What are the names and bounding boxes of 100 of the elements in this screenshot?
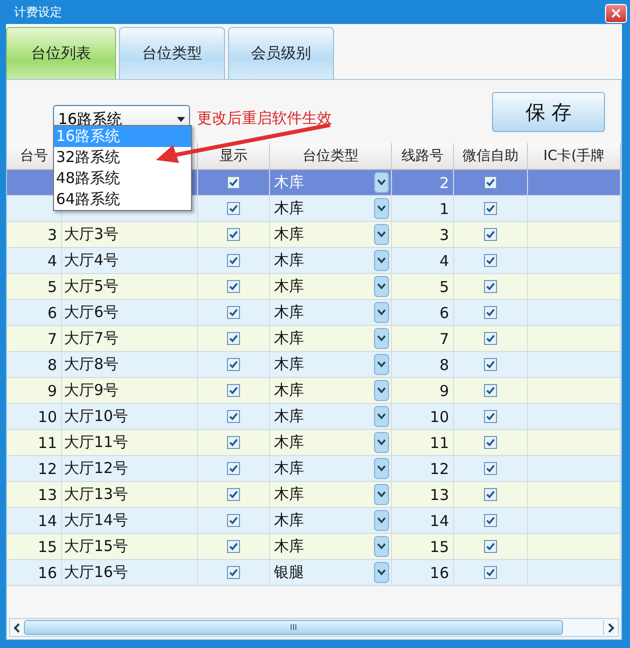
table-row[interactable]: 8 大厅8号 木库 8: [7, 352, 621, 378]
dropdown-button[interactable]: [374, 484, 389, 505]
horizontal-scrollbar[interactable]: III: [9, 618, 619, 637]
column-header[interactable]: 台位类型: [302, 147, 358, 165]
dropdown-button[interactable]: [374, 562, 389, 583]
close-button[interactable]: ×: [605, 4, 627, 23]
dropdown-button[interactable]: [374, 302, 389, 323]
checkbox[interactable]: [484, 176, 497, 189]
checkbox[interactable]: [227, 436, 240, 449]
checkbox[interactable]: [484, 332, 497, 345]
checkbox[interactable]: [484, 514, 497, 527]
checkbox[interactable]: [484, 540, 497, 553]
save-button[interactable]: 保 存: [492, 92, 605, 132]
checkbox[interactable]: [484, 254, 497, 267]
table-cell: 8: [47, 356, 57, 374]
checkbox[interactable]: [227, 384, 240, 397]
table-cell: 12: [38, 460, 57, 478]
checkbox[interactable]: [484, 462, 497, 475]
table-row[interactable]: 15 大厅15号 木库 15: [7, 534, 621, 560]
dropdown-button[interactable]: [374, 536, 389, 557]
table-cell: 16: [430, 564, 449, 582]
scrollbar-thumb[interactable]: III: [24, 620, 563, 635]
checkbox[interactable]: [227, 254, 240, 267]
column-header[interactable]: 显示: [220, 147, 248, 165]
checkbox[interactable]: [484, 202, 497, 215]
checkbox[interactable]: [484, 488, 497, 501]
column-header[interactable]: 线路号: [402, 147, 444, 165]
tab[interactable]: 台位列表: [6, 27, 116, 79]
table-row[interactable]: 4 大厅4号 木库 4: [7, 248, 621, 274]
table-row[interactable]: 10 大厅10号 木库 10: [7, 404, 621, 430]
table-cell: 9: [439, 382, 449, 400]
checkbox[interactable]: [227, 358, 240, 371]
column-header[interactable]: 台号: [20, 147, 48, 165]
tab[interactable]: 台位类型: [119, 27, 225, 79]
checkbox[interactable]: [227, 462, 240, 475]
table-row[interactable]: 7 大厅7号 木库 7: [7, 326, 621, 352]
table-cell: 15: [430, 538, 449, 556]
dropdown-button[interactable]: [374, 458, 389, 479]
checkbox[interactable]: [227, 566, 240, 579]
checkbox[interactable]: [227, 332, 240, 345]
dropdown-option[interactable]: 32路系统: [54, 147, 191, 168]
checkbox[interactable]: [227, 280, 240, 293]
table-cell: 木库: [274, 355, 304, 374]
checkbox[interactable]: [227, 306, 240, 319]
dropdown-option[interactable]: 48路系统: [54, 168, 191, 189]
checkbox[interactable]: [484, 306, 497, 319]
checkbox[interactable]: [484, 566, 497, 579]
checkbox[interactable]: [484, 358, 497, 371]
table-row[interactable]: 9 大厅9号 木库 9: [7, 378, 621, 404]
table-cell: 木库: [274, 407, 304, 426]
table-row[interactable]: 16 大厅16号 银腿 16: [7, 560, 621, 586]
checkbox[interactable]: [227, 228, 240, 241]
checkbox[interactable]: [227, 176, 240, 189]
dropdown-button[interactable]: [374, 224, 389, 245]
checkbox[interactable]: [227, 410, 240, 423]
dropdown-button[interactable]: [374, 250, 389, 271]
table-cell: 大厅5号: [64, 277, 119, 296]
table-row[interactable]: 5 大厅5号 木库 5: [7, 274, 621, 300]
tab[interactable]: 会员级别: [228, 27, 334, 79]
checkbox[interactable]: [227, 514, 240, 527]
checkbox[interactable]: [484, 436, 497, 449]
dropdown-button[interactable]: [374, 380, 389, 401]
table-row[interactable]: 13 大厅13号 木库 13: [7, 482, 621, 508]
table-cell: 大厅13号: [64, 485, 128, 504]
table-row[interactable]: 14 大厅14号 木库 14: [7, 508, 621, 534]
table-cell: 9: [47, 382, 57, 400]
table-row[interactable]: 11 大厅11号 木库 11: [7, 430, 621, 456]
table-cell: 大厅3号: [64, 225, 119, 244]
table-cell: 13: [38, 486, 57, 504]
table-cell: 木库: [274, 225, 304, 244]
table-row[interactable]: 12 大厅12号 木库 12: [7, 456, 621, 482]
table-row[interactable]: 6 大厅6号 木库 6: [7, 300, 621, 326]
checkbox[interactable]: [484, 228, 497, 241]
table-cell: 大厅14号: [64, 511, 128, 530]
table-cell: 大厅11号: [64, 433, 128, 452]
dropdown-button[interactable]: [374, 432, 389, 453]
table-cell: 10: [38, 408, 57, 426]
dropdown-button[interactable]: [374, 276, 389, 297]
checkbox[interactable]: [227, 540, 240, 553]
table-cell: 木库: [274, 329, 304, 348]
checkbox[interactable]: [484, 410, 497, 423]
dropdown-button[interactable]: [374, 328, 389, 349]
checkbox[interactable]: [227, 488, 240, 501]
table-cell: 大厅9号: [64, 381, 119, 400]
column-header[interactable]: 微信自助: [462, 147, 518, 165]
table-cell: 13: [430, 486, 449, 504]
dropdown-button[interactable]: [374, 406, 389, 427]
dropdown-button[interactable]: [374, 510, 389, 531]
checkbox[interactable]: [484, 280, 497, 293]
dropdown-button[interactable]: [374, 354, 389, 375]
checkbox[interactable]: [484, 384, 497, 397]
table-row[interactable]: 3 大厅3号 木库 3: [7, 222, 621, 248]
checkbox[interactable]: [227, 202, 240, 215]
dropdown-button[interactable]: [374, 198, 389, 219]
hint-text: 更改后重启软件生效: [197, 108, 333, 128]
column-header[interactable]: IC卡(手牌: [543, 147, 605, 165]
window-title: 计费设定: [14, 4, 62, 20]
dropdown-button[interactable]: [374, 172, 389, 193]
table-cell: 大厅16号: [64, 563, 128, 582]
table-cell: 10: [430, 408, 449, 426]
